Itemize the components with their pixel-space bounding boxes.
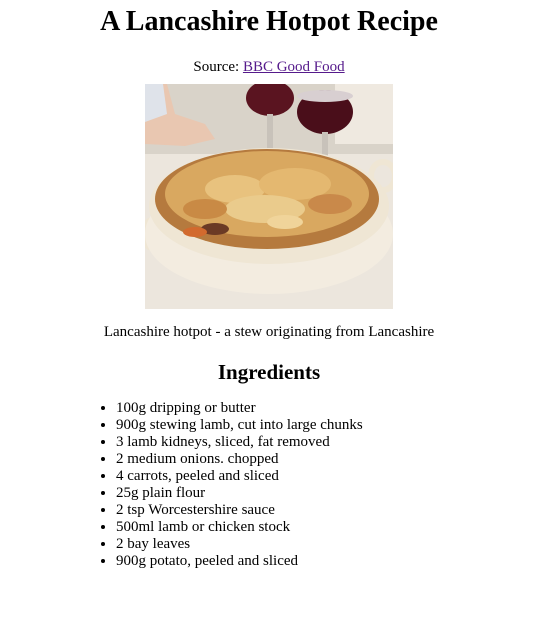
list-item: 100g dripping or butter [116,400,518,417]
ingredients-heading: Ingredients [217,360,321,384]
list-item: 900g stewing lamb, cut into large chunks [116,417,518,434]
source-link[interactable]: BBC Good Food [243,59,345,75]
list-item: 3 lamb kidneys, sliced, fat removed [116,434,518,451]
list-item: 500ml lamb or chicken stock [116,519,518,536]
ingredients-list: 100g dripping or butter 900g stewing lam… [20,400,518,570]
recipe-page: A Lancashire Hotpot Recipe Source: BBC G… [0,4,538,570]
image-caption: Lancashire hotpot - a stew originating f… [103,324,435,340]
list-item: 900g potato, peeled and sliced [116,553,518,570]
list-item: 4 carrots, peeled and sliced [116,468,518,485]
source-prefix: Source: [193,59,243,75]
page-title: A Lancashire Hotpot Recipe [100,6,438,37]
list-item: 2 tsp Worcestershire sauce [116,502,518,519]
list-item: 2 medium onions. chopped [116,451,518,468]
hotpot-photo [145,84,393,309]
list-item: 25g plain flour [116,485,518,502]
source-line: Source: BBC Good Food [20,57,518,77]
list-item: 2 bay leaves [116,536,518,553]
